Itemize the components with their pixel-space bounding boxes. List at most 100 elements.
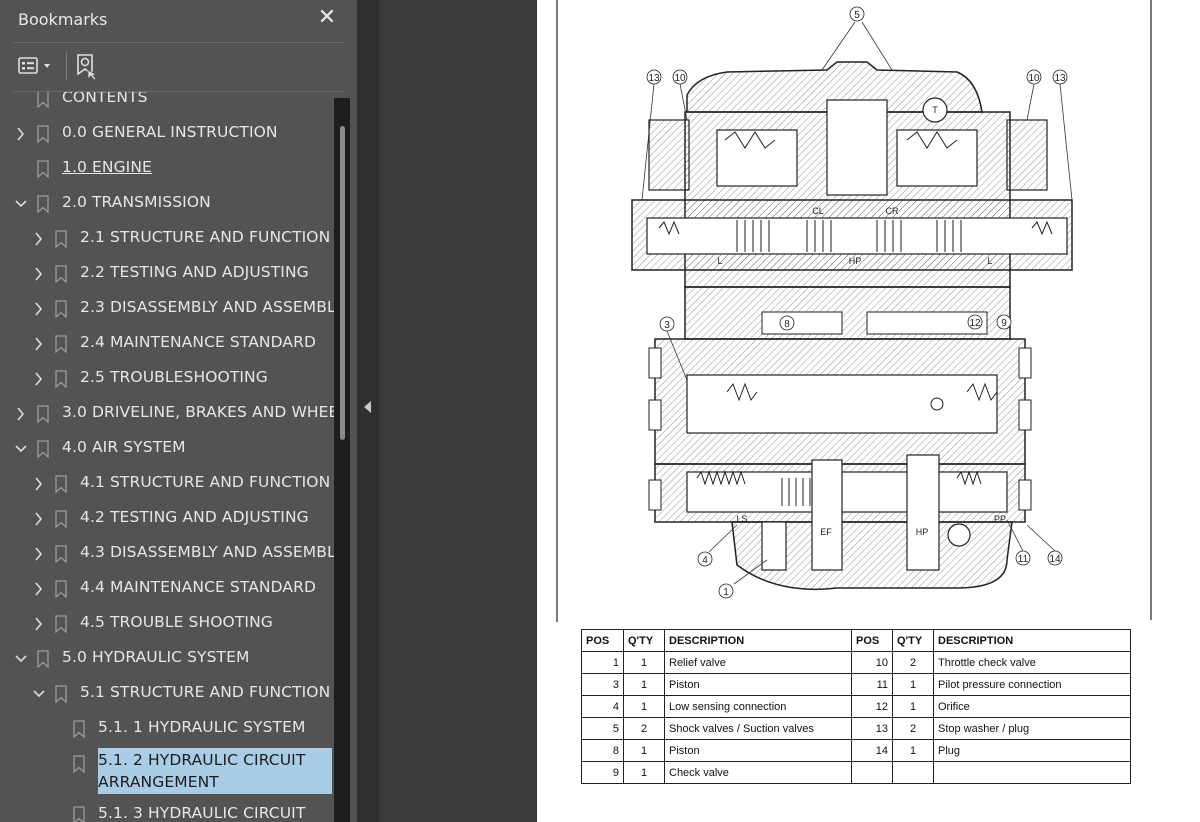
bookmark-item[interactable]: 2.0 TRANSMISSION <box>0 188 334 220</box>
table-cell: 9 <box>581 761 624 784</box>
chevron-down-icon[interactable] <box>14 440 28 458</box>
svg-text:8: 8 <box>784 319 790 330</box>
bookmark-item[interactable]: 2.1 STRUCTURE AND FUNCTION <box>0 223 334 255</box>
table-cell: 13 <box>851 717 893 740</box>
bookmark-label: 5.1. 3 HYDRAULIC CIRCUIT <box>98 804 306 822</box>
chevron-right-icon[interactable] <box>32 545 46 563</box>
svg-text:11: 11 <box>1018 554 1029 565</box>
bookmark-icon <box>55 475 67 493</box>
canvas-background <box>379 0 537 822</box>
bookmark-item[interactable]: 4.1 STRUCTURE AND FUNCTION <box>0 468 334 500</box>
bookmark-icon <box>37 405 49 423</box>
bookmark-icon <box>73 806 85 822</box>
callout-4: 4 <box>697 551 713 567</box>
callout-10-right: 10 <box>1026 69 1042 85</box>
bookmark-item[interactable]: 2.5 TROUBLESHOOTING <box>0 363 334 395</box>
find-current-bookmark-icon <box>77 54 99 81</box>
document-page: 5 13 10 10 13 3 8 12 9 4 1 11 14 T CL CR… <box>537 0 1200 822</box>
bookmark-item[interactable]: 4.2 TESTING AND ADJUSTING <box>0 503 334 535</box>
table-cell: Pilot pressure connection <box>933 673 1131 696</box>
port-label-hp-upper: HP <box>849 256 862 266</box>
bookmark-label: 2.3 DISASSEMBLY AND ASSEMBLY <box>80 298 334 316</box>
bookmark-item[interactable]: 5.1. 1 HYDRAULIC SYSTEM <box>0 713 334 745</box>
port-label-l-right: L <box>987 256 992 266</box>
bookmark-icon <box>55 300 67 318</box>
chevron-left-icon <box>364 401 371 413</box>
bookmark-item[interactable]: 2.4 MAINTENANCE STANDARD <box>0 328 334 360</box>
chevron-right-icon[interactable] <box>32 615 46 633</box>
chevron-down-icon[interactable] <box>14 195 28 213</box>
table-row: 3 1 Piston 11 1 Pilot pressure connection <box>581 673 1131 696</box>
bookmark-label: 4.1 STRUCTURE AND FUNCTION <box>80 473 331 491</box>
callout-1: 1 <box>718 583 734 599</box>
bookmark-item[interactable]: 4.3 DISASSEMBLY AND ASSEMBLY <box>0 538 334 570</box>
bookmark-label: 5.1 STRUCTURE AND FUNCTION <box>80 683 331 701</box>
bookmark-label: 2.1 STRUCTURE AND FUNCTION <box>80 228 331 246</box>
chevron-right-icon[interactable] <box>32 510 46 528</box>
chevron-right-icon[interactable] <box>32 265 46 283</box>
bookmark-options-button[interactable] <box>16 54 58 78</box>
chevron-down-icon[interactable] <box>14 650 28 668</box>
col-header-qty-2: Q'TY <box>892 629 934 652</box>
svg-text:13: 13 <box>648 73 660 84</box>
bookmark-icon <box>55 615 67 633</box>
port-label-ef: EF <box>820 527 832 537</box>
bookmark-icon <box>55 510 67 528</box>
bookmark-item[interactable]: 0.0 GENERAL INSTRUCTION <box>0 118 334 150</box>
callout-11: 11 <box>1015 550 1031 566</box>
bookmark-item[interactable]: 4.0 AIR SYSTEM <box>0 433 334 465</box>
chevron-right-icon[interactable] <box>32 230 46 248</box>
chevron-right-icon[interactable] <box>32 475 46 493</box>
bookmark-item[interactable]: 4.4 MAINTENANCE STANDARD <box>0 573 334 605</box>
chevron-right-icon[interactable] <box>14 405 28 423</box>
port-label-l-left: L <box>717 256 722 266</box>
table-header-row: POS Q'TY DESCRIPTION POS Q'TY DESCRIPTIO… <box>581 629 1131 652</box>
bookmark-label: 4.5 TROUBLE SHOOTING <box>80 613 273 631</box>
chevron-right-icon[interactable] <box>32 300 46 318</box>
bookmark-label: 1.0 ENGINE <box>62 158 152 176</box>
callout-13-left: 13 <box>646 69 662 85</box>
table-cell: 5 <box>581 717 624 740</box>
bookmark-icon <box>55 685 67 703</box>
table-row: 4 1 Low sensing connection 12 1 Orifice <box>581 695 1131 718</box>
table-cell: 1 <box>623 651 665 674</box>
bookmark-item[interactable]: 5.1. 3 HYDRAULIC CIRCUIT <box>0 799 334 822</box>
svg-text:13: 13 <box>1054 73 1066 84</box>
bookmark-options-icon <box>18 57 50 74</box>
bookmark-item[interactable]: 2.3 DISASSEMBLY AND ASSEMBLY <box>0 293 334 325</box>
find-current-bookmark-button[interactable] <box>74 52 102 81</box>
table-cell: 1 <box>623 695 665 718</box>
bookmark-item[interactable]: 2.2 TESTING AND ADJUSTING <box>0 258 334 290</box>
hydraulic-valve-drawing: 5 13 10 10 13 3 8 12 9 4 1 11 14 T CL CR… <box>556 0 1152 622</box>
scrollbar-thumb[interactable] <box>340 126 345 440</box>
bookmark-item[interactable]: 1.0 ENGINE <box>0 153 334 185</box>
bookmark-label: 5.0 HYDRAULIC SYSTEM <box>62 648 250 666</box>
bookmark-item[interactable]: 5.1 STRUCTURE AND FUNCTION <box>0 678 334 710</box>
bookmark-item[interactable]: 3.0 DRIVELINE, BRAKES AND WHEELS <box>0 398 334 430</box>
col-header-description: DESCRIPTION <box>664 629 852 652</box>
bookmark-label: 4.4 MAINTENANCE STANDARD <box>80 578 316 596</box>
chevron-right-icon[interactable] <box>32 370 46 388</box>
bookmark-item[interactable]: 5.0 HYDRAULIC SYSTEM <box>0 643 334 675</box>
svg-text:5: 5 <box>854 10 860 21</box>
chevron-right-icon[interactable] <box>14 125 28 143</box>
close-icon[interactable]: ✕ <box>314 5 340 31</box>
panel-title: Bookmarks <box>18 10 108 29</box>
port-label-pp: PP <box>994 514 1006 524</box>
chevron-right-icon[interactable] <box>32 335 46 353</box>
table-cell: 1 <box>623 761 665 784</box>
port-label-ls: LS <box>736 514 747 524</box>
table-cell: Plug <box>933 739 1131 762</box>
bookmark-item[interactable]: 4.5 TROUBLE SHOOTING <box>0 608 334 640</box>
bookmark-item[interactable]: 5.1. 2 HYDRAULIC CIRCUIT ARRANGEMENT <box>0 748 334 794</box>
svg-text:14: 14 <box>1049 554 1061 565</box>
table-cell: 8 <box>581 739 624 762</box>
bookmark-label: 5.1. 2 HYDRAULIC CIRCUIT ARRANGEMENT <box>98 751 306 791</box>
svg-text:10: 10 <box>674 73 686 84</box>
table-cell: 1 <box>623 673 665 696</box>
bookmark-item[interactable]: CONTENTS <box>0 92 334 115</box>
table-cell <box>892 761 934 784</box>
svg-text:3: 3 <box>664 320 670 331</box>
chevron-down-icon[interactable] <box>32 685 46 703</box>
chevron-right-icon[interactable] <box>32 580 46 598</box>
